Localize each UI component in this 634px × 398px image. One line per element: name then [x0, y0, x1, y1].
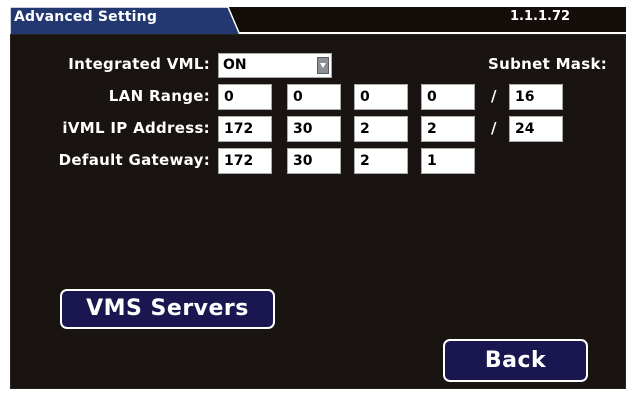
page-title: Advanced Setting: [14, 9, 158, 25]
lan-range-slash: /: [491, 87, 497, 105]
vms-servers-button[interactable]: VMS Servers: [60, 289, 275, 329]
ivml-ip-slash: /: [491, 119, 497, 137]
default-gateway-label: Default Gateway:: [58, 151, 210, 169]
version-label: 1.1.1.72: [510, 9, 571, 24]
ivml-ip-label: iVML IP Address:: [62, 119, 210, 137]
lan-range-octet-1[interactable]: [218, 84, 272, 110]
integrated-vml-label: Integrated VML:: [68, 55, 210, 73]
subnet-mask-label: Subnet Mask:: [488, 55, 608, 73]
ivml-ip-octet-4[interactable]: [421, 116, 475, 142]
lan-range-subnet-mask[interactable]: [509, 84, 563, 110]
ivml-ip-octet-3[interactable]: [354, 116, 408, 142]
ivml-ip-octet-1[interactable]: [218, 116, 272, 142]
lan-range-octet-2[interactable]: [287, 84, 341, 110]
gateway-octet-4[interactable]: [421, 148, 475, 174]
back-button[interactable]: Back: [443, 339, 588, 382]
lan-range-label: LAN Range:: [108, 87, 210, 105]
ivml-ip-octet-2[interactable]: [287, 116, 341, 142]
advanced-setting-screen: Advanced Setting 1.1.1.72 Integrated VML…: [0, 0, 634, 398]
integrated-vml-select[interactable]: ON: [218, 53, 332, 78]
lan-range-octet-3[interactable]: [354, 84, 408, 110]
lan-range-octet-4[interactable]: [421, 84, 475, 110]
gateway-octet-3[interactable]: [354, 148, 408, 174]
gateway-octet-1[interactable]: [218, 148, 272, 174]
dropdown-arrow-icon[interactable]: [317, 57, 329, 74]
gateway-octet-2[interactable]: [287, 148, 341, 174]
integrated-vml-value: ON: [223, 57, 247, 73]
ivml-ip-subnet-mask[interactable]: [509, 116, 563, 142]
